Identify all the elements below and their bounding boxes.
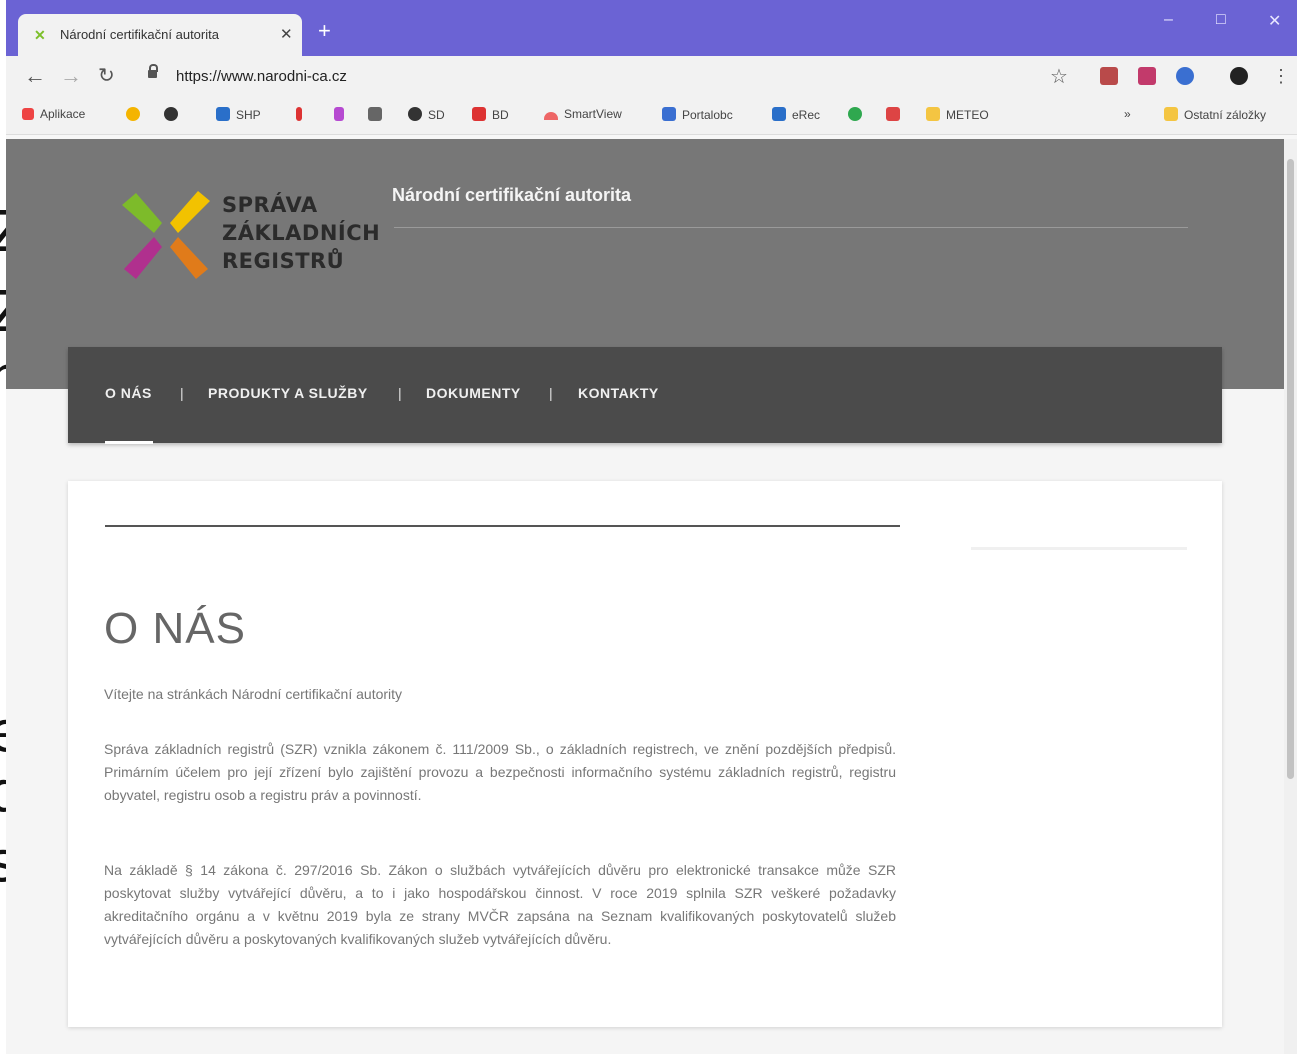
picture-extension-icon[interactable] xyxy=(1138,67,1156,85)
folder-icon xyxy=(926,107,940,121)
logo-green-arm xyxy=(122,193,162,233)
bookmark-check-icon[interactable] xyxy=(334,107,350,122)
bookmark-label: SD xyxy=(428,108,445,122)
back-arrow-icon[interactable]: ← xyxy=(24,64,46,88)
logo-magenta-arm xyxy=(124,237,162,279)
sd-icon xyxy=(408,107,422,121)
bookmark-github-icon[interactable] xyxy=(164,107,184,122)
bookmark-erec[interactable]: eRec xyxy=(772,107,820,122)
nav-produkty-a-sluzby[interactable]: PRODUKTY A SLUŽBY xyxy=(208,385,368,401)
url-text: https://www.narodni-ca.cz xyxy=(176,68,347,85)
bookmark-label: Aplikace xyxy=(40,107,86,121)
logo-line: ZÁKLADNÍCH xyxy=(222,221,381,245)
bookmarks-overflow[interactable]: » xyxy=(1124,107,1131,121)
pdf-extension-icon[interactable] xyxy=(1100,67,1118,85)
portal-icon xyxy=(662,107,676,121)
tab-close-icon[interactable]: ✕ xyxy=(280,25,293,43)
bookmark-portalobc[interactable]: Portalobc xyxy=(662,107,733,122)
nav-dokumenty[interactable]: DOKUMENTY xyxy=(426,385,521,401)
about-paragraph: Na základě § 14 zákona č. 297/2016 Sb. Z… xyxy=(104,862,896,947)
logo-yellow-arm xyxy=(170,191,210,233)
bd-icon xyxy=(472,107,486,121)
nav-kontakty[interactable]: KONTAKTY xyxy=(578,385,659,401)
bookmark-shp[interactable]: SHP xyxy=(216,107,261,122)
bookmarks-bar: Aplikace SHP SD BD SmartView Portalobc e… xyxy=(6,98,1297,135)
gmail-icon xyxy=(886,107,900,121)
smartview-icon xyxy=(544,112,558,120)
shield-extension-icon[interactable] xyxy=(1176,67,1194,85)
bookmark-translate-icon[interactable] xyxy=(368,107,388,122)
site-title: Národní certifikační autorita xyxy=(392,185,632,205)
logo-line: REGISTRŮ xyxy=(222,249,345,273)
check-icon xyxy=(334,107,344,121)
bookmark-smartview[interactable]: SmartView xyxy=(544,107,622,121)
bookmark-meteo[interactable]: METEO xyxy=(926,107,989,122)
nav-separator: | xyxy=(180,385,184,401)
main-navigation: O NÁS | PRODUKTY A SLUŽBY | DOKUMENTY | … xyxy=(68,347,1222,444)
reload-icon[interactable]: ↻ xyxy=(98,64,115,88)
sharepoint-icon xyxy=(216,107,230,121)
bookmark-star-icon[interactable]: ☆ xyxy=(1050,64,1068,89)
menu-kebab-icon[interactable]: ⋮ xyxy=(1272,64,1290,88)
title-bar: ✕ Národní certifikační autorita ✕ + – □ … xyxy=(6,0,1297,56)
bookmark-gmail-icon[interactable] xyxy=(886,107,906,122)
bookmark-label: SHP xyxy=(236,108,261,122)
bookmark-label: METEO xyxy=(946,108,989,122)
page-scrollbar[interactable] xyxy=(1284,139,1297,1054)
info-icon xyxy=(296,107,302,121)
bookmark-label: eRec xyxy=(792,108,821,122)
minimize-button[interactable]: – xyxy=(1164,11,1173,29)
folder-icon xyxy=(1164,107,1178,121)
profile-avatar-icon[interactable] xyxy=(1230,67,1248,85)
maximize-button[interactable]: □ xyxy=(1216,11,1226,29)
content-divider xyxy=(105,525,900,527)
browser-tab[interactable]: ✕ Národní certifikační autorita ✕ xyxy=(18,14,302,56)
page-viewport: SPRÁVA ZÁKLADNÍCH REGISTRŮ Národní certi… xyxy=(6,139,1297,1054)
new-tab-button[interactable]: + xyxy=(318,20,331,42)
bookmark-sd[interactable]: SD xyxy=(408,107,445,122)
bookmark-info-icon[interactable] xyxy=(296,107,308,122)
address-bar[interactable]: https://www.narodni-ca.cz xyxy=(134,61,1084,93)
bookmark-chrome-icon[interactable] xyxy=(126,107,146,122)
green-circle-icon xyxy=(848,107,862,121)
tab-title: Národní certifikační autorita xyxy=(60,27,219,42)
logo-text: SPRÁVA ZÁKLADNÍCH REGISTRŮ xyxy=(222,191,382,275)
bookmark-label: Portalobc xyxy=(682,108,733,122)
bookmark-bd[interactable]: BD xyxy=(472,107,509,122)
chrome-icon xyxy=(126,107,140,121)
bookmark-green-icon[interactable] xyxy=(848,107,868,122)
sidebar-divider xyxy=(971,547,1187,550)
lock-icon xyxy=(148,64,158,78)
nav-separator: | xyxy=(398,385,402,401)
logo-line: SPRÁVA xyxy=(222,193,318,217)
page-title: O NÁS xyxy=(104,604,246,654)
erec-icon xyxy=(772,107,786,121)
bookmark-label: SmartView xyxy=(564,107,622,121)
nav-active-indicator xyxy=(105,441,153,444)
github-icon xyxy=(164,107,178,121)
translate-icon xyxy=(368,107,382,121)
bookmark-apps[interactable]: Aplikace xyxy=(22,107,85,121)
nav-separator: | xyxy=(549,385,553,401)
bookmark-label: BD xyxy=(492,108,509,122)
szr-logo-icon[interactable] xyxy=(116,185,216,285)
logo-arms xyxy=(122,191,210,279)
browser-toolbar: ← → ↻ https://www.narodni-ca.cz ☆ ⋮ xyxy=(6,56,1297,98)
content-card: O NÁS Vítejte na stránkách Národní certi… xyxy=(68,481,1222,1027)
bookmark-label: Ostatní záložky xyxy=(1184,108,1267,122)
header-divider xyxy=(394,227,1188,228)
about-paragraph: Správa základních registrů (SZR) vznikla… xyxy=(104,741,896,803)
bookmark-other[interactable]: Ostatní záložky xyxy=(1164,107,1266,122)
browser-window: ✕ Národní certifikační autorita ✕ + – □ … xyxy=(6,0,1297,1054)
forward-arrow-icon[interactable]: → xyxy=(60,64,82,88)
close-window-button[interactable]: ✕ xyxy=(1268,11,1281,31)
nav-o-nas[interactable]: O NÁS xyxy=(105,385,152,401)
welcome-text: Vítejte na stránkách Národní certifikačn… xyxy=(104,686,403,702)
site-favicon-icon: ✕ xyxy=(34,27,46,43)
logo-orange-arm xyxy=(170,237,208,279)
scrollbar-thumb[interactable] xyxy=(1287,159,1294,779)
apps-grid-icon xyxy=(22,108,34,120)
